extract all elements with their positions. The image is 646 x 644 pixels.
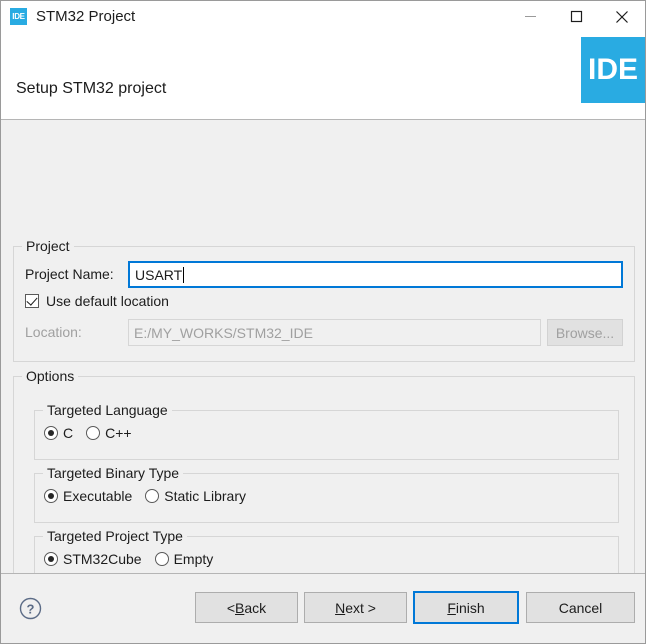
radio-language-cpp[interactable]: C++: [86, 425, 132, 441]
project-group-legend: Project: [22, 238, 74, 254]
stm32-project-dialog: IDE STM32 Project Setup STM32 project ID…: [0, 0, 646, 644]
app-icon: IDE: [10, 8, 27, 25]
browse-button: Browse...: [547, 319, 623, 346]
next-button-suffix: ext >: [345, 599, 376, 616]
radio-binary-executable[interactable]: Executable: [44, 488, 132, 504]
targeted-language-legend: Targeted Language: [43, 402, 172, 418]
ide-logo: IDE: [581, 37, 645, 103]
maximize-icon[interactable]: [553, 1, 599, 32]
radio-label: C: [63, 425, 74, 441]
back-button[interactable]: < Back: [195, 592, 298, 623]
next-button[interactable]: Next >: [304, 592, 407, 623]
radio-projecttype-empty[interactable]: Empty: [154, 551, 214, 567]
location-label: Location:: [25, 324, 82, 340]
window-controls: [507, 1, 645, 32]
radio-circle: [86, 426, 101, 440]
svg-text:?: ?: [27, 602, 35, 617]
next-button-mnemonic: N: [335, 599, 346, 616]
targeted-project-type-radios: STM32Cube Empty: [44, 551, 226, 567]
radio-label: STM32Cube: [63, 551, 142, 567]
dialog-footer: ? < Back Next > Finish Cancel: [1, 573, 645, 643]
help-circle-icon[interactable]: ?: [19, 597, 42, 623]
radio-circle: [44, 426, 58, 440]
dialog-body: Project Project Name: USART Use default …: [1, 120, 645, 598]
page-title: Setup STM32 project: [16, 80, 167, 97]
radio-projecttype-stm32cube[interactable]: STM32Cube: [44, 551, 142, 567]
radio-binary-static-library[interactable]: Static Library: [145, 488, 246, 504]
project-name-input[interactable]: USART: [128, 261, 623, 288]
targeted-binary-type-radios: Executable Static Library: [44, 488, 259, 504]
dialog-header: Setup STM32 project IDE: [1, 32, 645, 120]
targeted-binary-type-group: Targeted Binary Type Executable Static L…: [34, 465, 619, 523]
radio-label: Executable: [63, 488, 133, 504]
targeted-language-radios: C C++: [44, 425, 145, 441]
use-default-location-label: Use default location: [46, 293, 169, 309]
targeted-language-group: Targeted Language C C++: [34, 402, 619, 460]
title-bar: IDE STM32 Project: [1, 1, 645, 32]
back-button-prefix: <: [226, 599, 236, 616]
options-group-legend: Options: [22, 368, 79, 384]
location-value: E:/MY_WORKS/STM32_IDE: [134, 324, 313, 341]
radio-circle: [44, 489, 58, 503]
options-group: Options Targeted Language C C++ Targeted…: [13, 368, 635, 598]
close-icon[interactable]: [599, 1, 645, 32]
targeted-binary-type-legend: Targeted Binary Type: [43, 465, 184, 481]
cancel-button[interactable]: Cancel: [526, 592, 635, 623]
back-button-mnemonic: B: [235, 599, 245, 616]
targeted-project-type-legend: Targeted Project Type: [43, 528, 187, 544]
radio-circle: [44, 552, 58, 566]
text-caret: [183, 266, 185, 283]
radio-circle: [145, 489, 160, 503]
minimize-icon[interactable]: [507, 1, 553, 32]
finish-button[interactable]: Finish: [413, 591, 519, 624]
finish-button-suffix: inish: [455, 599, 485, 616]
location-input: E:/MY_WORKS/STM32_IDE: [128, 319, 541, 346]
finish-button-mnemonic: F: [447, 599, 456, 616]
cancel-button-label: Cancel: [558, 599, 603, 616]
radio-label: Static Library: [164, 488, 246, 504]
radio-label: C++: [105, 425, 132, 441]
project-name-label: Project Name:: [25, 266, 114, 282]
project-name-value: USART: [135, 266, 183, 283]
radio-language-c[interactable]: C: [44, 425, 73, 441]
radio-circle: [154, 552, 169, 566]
radio-label: Empty: [173, 551, 214, 567]
project-group: Project Project Name: USART Use default …: [13, 238, 635, 362]
use-default-location-checkbox[interactable]: Use default location: [25, 293, 169, 309]
checkbox-box: [25, 294, 39, 308]
back-button-suffix: ack: [244, 599, 267, 616]
